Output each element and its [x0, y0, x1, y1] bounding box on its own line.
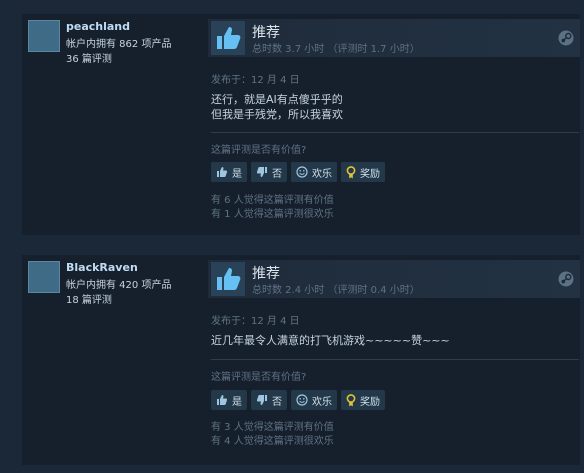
review-header: 推荐 总时数 3.7 小时 （评测时 1.7 小时） — [208, 19, 580, 57]
steam-icon — [558, 271, 574, 287]
recommended-thumb-icon — [211, 21, 245, 55]
votes-funny: 有 1 人觉得这篇评测很欢乐 — [211, 209, 334, 220]
vote-funny-label: 欢乐 — [312, 396, 332, 408]
vote-yes-label: 是 — [232, 396, 242, 408]
helpful-question: 这篇评测是否有价值? — [211, 145, 307, 156]
award-label: 奖励 — [360, 396, 380, 408]
posted-date: 发布于：12 月 4 日 — [211, 75, 300, 86]
vote-funny-label: 欢乐 — [312, 168, 332, 180]
vote-yes-button[interactable]: 是 — [211, 162, 247, 182]
author-name[interactable]: BlackRaven — [66, 261, 138, 274]
smiley-icon — [296, 166, 308, 178]
votes-funny: 有 4 人觉得这篇评测很欢乐 — [211, 436, 334, 447]
author-meta: 帐户内拥有 862 项产品 36 篇评测 — [66, 37, 171, 67]
author-review-count[interactable]: 18 篇评测 — [66, 293, 171, 308]
author-games-owned[interactable]: 帐户内拥有 420 项产品 — [66, 278, 171, 293]
posted-date: 发布于：12 月 4 日 — [211, 316, 300, 327]
smiley-icon — [296, 394, 308, 406]
vote-buttons: 是 否 欢乐 奖励 — [211, 390, 385, 410]
votes-helpful: 有 6 人觉得这篇评测有价值 — [211, 195, 334, 206]
recommendation-title[interactable]: 推荐 — [252, 263, 280, 283]
award-button[interactable]: 奖励 — [341, 162, 385, 182]
award-label: 奖励 — [360, 168, 380, 180]
review-line: 但我是手残党，所以我喜欢 — [211, 108, 343, 121]
divider — [211, 359, 579, 360]
review-header: 推荐 总时数 2.4 小时 （评测时 0.4 小时） — [208, 260, 580, 298]
vote-no-label: 否 — [272, 168, 282, 180]
vote-no-label: 否 — [272, 396, 282, 408]
vote-no-button[interactable]: 否 — [251, 162, 287, 182]
author-review-count[interactable]: 36 篇评测 — [66, 52, 171, 67]
review-line: 还行，就是AI有点傻乎乎的 — [211, 93, 343, 106]
playtime: 总时数 3.7 小时 （评测时 1.7 小时） — [252, 44, 420, 55]
author-meta: 帐户内拥有 420 项产品 18 篇评测 — [66, 278, 171, 308]
vote-yes-label: 是 — [232, 168, 242, 180]
author-name[interactable]: peachland — [66, 20, 130, 33]
thumbs-down-icon — [256, 395, 267, 405]
award-icon — [346, 165, 356, 178]
review-content: 近几年最令人满意的打飞机游戏~~~~~赞~~~ — [211, 333, 450, 348]
vote-buttons: 是 否 欢乐 奖励 — [211, 162, 385, 182]
thumbs-up-icon — [217, 167, 228, 177]
thumbs-down-icon — [256, 167, 267, 177]
review-line: 近几年最令人满意的打飞机游戏~~~~~赞~~~ — [211, 334, 450, 347]
playtime: 总时数 2.4 小时 （评测时 0.4 小时） — [252, 285, 420, 296]
vote-funny-button[interactable]: 欢乐 — [291, 162, 337, 182]
avatar[interactable] — [28, 20, 60, 52]
recommended-thumb-icon — [211, 262, 245, 296]
helpful-question: 这篇评测是否有价值? — [211, 372, 307, 383]
recommendation-title[interactable]: 推荐 — [252, 22, 280, 42]
award-button[interactable]: 奖励 — [341, 390, 385, 410]
vote-summary: 有 6 人觉得这篇评测有价值 有 1 人觉得这篇评测很欢乐 — [211, 194, 334, 222]
steam-icon — [558, 30, 574, 46]
vote-funny-button[interactable]: 欢乐 — [291, 390, 337, 410]
vote-summary: 有 3 人觉得这篇评测有价值 有 4 人觉得这篇评测很欢乐 — [211, 421, 334, 449]
vote-yes-button[interactable]: 是 — [211, 390, 247, 410]
review-card: BlackRaven 帐户内拥有 420 项产品 18 篇评测 推荐 总时数 2… — [22, 255, 580, 465]
author-games-owned[interactable]: 帐户内拥有 862 项产品 — [66, 37, 171, 52]
divider — [211, 132, 579, 133]
avatar[interactable] — [28, 261, 60, 293]
award-icon — [346, 393, 356, 406]
vote-no-button[interactable]: 否 — [251, 390, 287, 410]
review-card: peachland 帐户内拥有 862 项产品 36 篇评测 推荐 总时数 3.… — [22, 14, 580, 235]
votes-helpful: 有 3 人觉得这篇评测有价值 — [211, 422, 334, 433]
review-content: 还行，就是AI有点傻乎乎的 但我是手残党，所以我喜欢 — [211, 92, 343, 122]
thumbs-up-icon — [217, 395, 228, 405]
